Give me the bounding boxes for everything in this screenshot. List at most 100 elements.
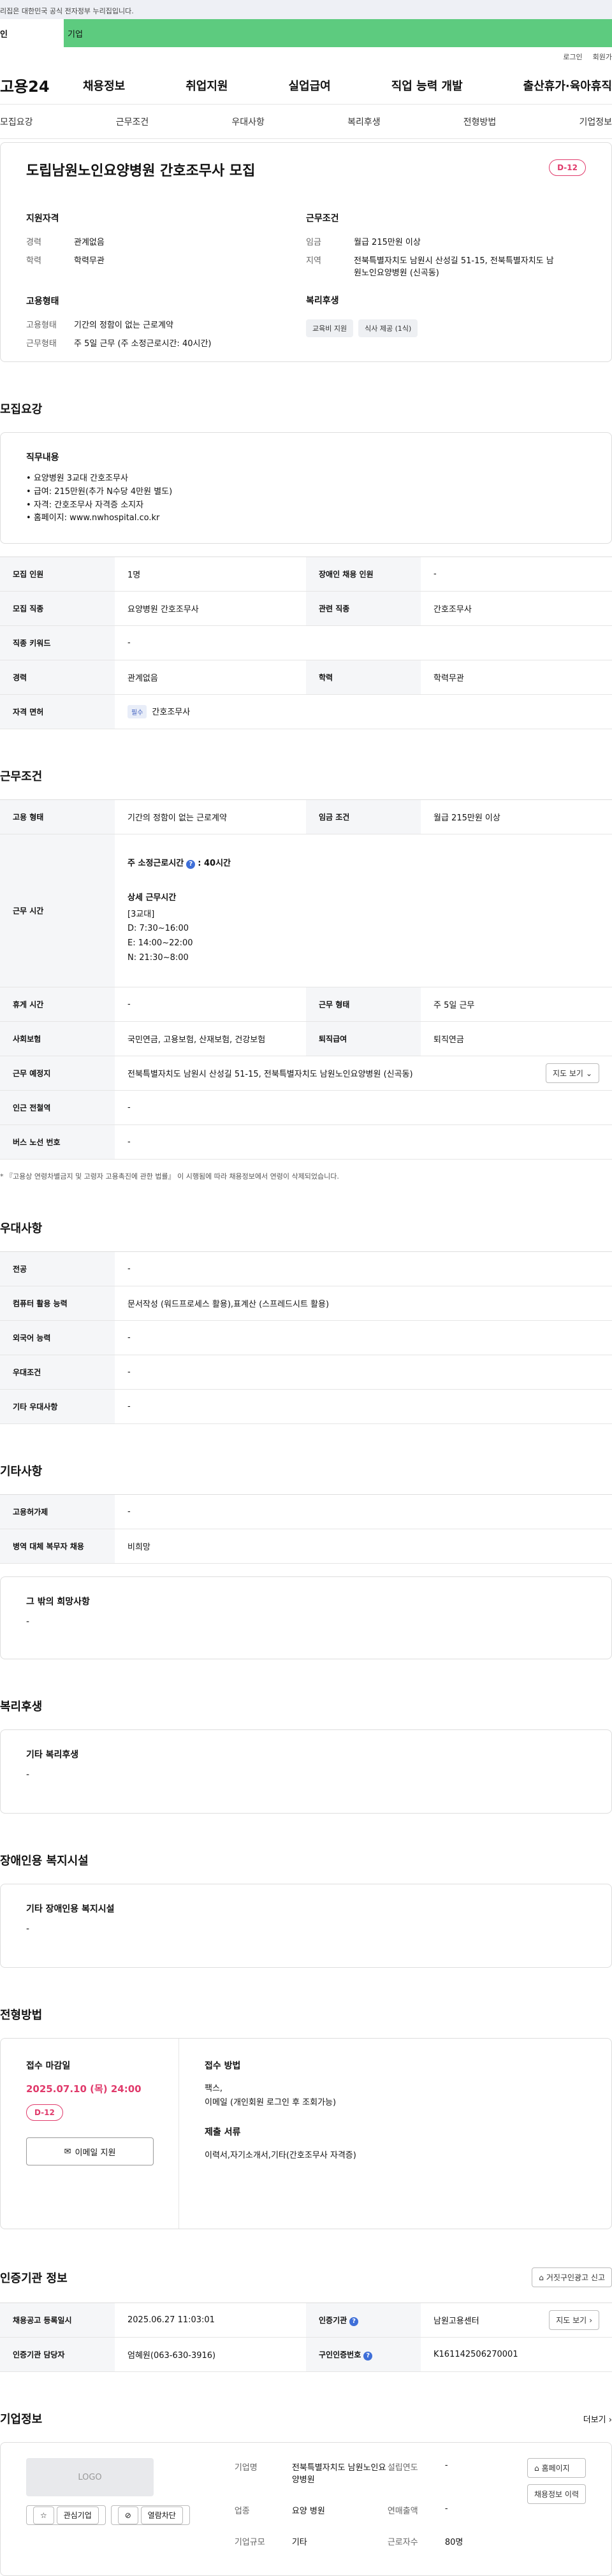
welfare-heading: 복리후생 <box>306 295 339 306</box>
list-item: 자격: 간호조무사 자격증 소지자 <box>26 499 586 513</box>
homepage-label: 홈페이지 <box>541 2464 570 2473</box>
license-label: 자격 면허 <box>0 694 115 730</box>
location-value: 전북특별자치도 남원시 산성길 51-15, 전북특별자치도 남원노인요양병원 … <box>127 1070 413 1080</box>
language-value: - <box>115 1320 612 1356</box>
table-row: 외국어 능력 - <box>0 1320 612 1356</box>
related-job-label: 관련 직종 <box>306 591 421 627</box>
table-row: 사회보험 국민연금, 고용보험, 산재보험, 건강보험 퇴직급여 퇴직연금 <box>0 1021 612 1057</box>
tab-work-conditions[interactable]: 근무조건 <box>116 115 149 128</box>
help-icon[interactable]: ? <box>186 859 196 869</box>
worktype-value: 주 5일 근무 (주 소정근로시간: 40시간) <box>74 338 212 349</box>
rest-value: - <box>115 987 306 1022</box>
disabled-count-value: - <box>421 557 612 592</box>
disabled-heading: 기타 장애인용 복지시설 <box>26 1904 115 1915</box>
education-value: 학력무관 <box>74 256 105 266</box>
weekly-hours: 주 소정근로시간?: 40시간 <box>127 856 599 869</box>
disabled-value: - <box>26 1924 30 1935</box>
area-value: 전북특별자치도 남원시 산성길 51-15, 전북특별자치도 남원노인요양병원 … <box>354 256 554 278</box>
job-history-label: 채용정보 이력 <box>534 2490 579 2500</box>
map-button[interactable]: 지도 보기 ⌄ <box>545 1063 599 1084</box>
career-value: 관계없음 <box>115 660 306 695</box>
tab-welfare[interactable]: 복리후생 <box>347 115 381 128</box>
report-fake-ad-button[interactable]: ⌂ 거짓구인광고 신고 <box>532 2267 612 2288</box>
method-value: 팩스, 이메일 (개인회원 로그인 후 조회가능) <box>205 2082 356 2110</box>
agency-label: 인증기관 <box>319 2315 347 2325</box>
tab-selection[interactable]: 전형방법 <box>463 115 497 128</box>
email-apply-button[interactable]: ✉ 이메일 지원 <box>26 2137 154 2166</box>
help-icon[interactable]: ? <box>363 2351 373 2361</box>
join-link[interactable]: 회원가 <box>593 52 612 62</box>
gnb-job-training[interactable]: 직업 능력 개발 <box>391 77 463 94</box>
list-item: D: 7:30~16:00 <box>127 924 189 934</box>
method-heading: 접수 방법 <box>205 2061 241 2072</box>
pref-cond-value: - <box>115 1355 612 1390</box>
military-label: 병역 대체 복무자 채용 <box>0 1529 115 1564</box>
subway-value: - <box>115 1090 612 1126</box>
insurance-label: 사회보험 <box>0 1021 115 1057</box>
wage-value: 월급 215만원 이상 <box>421 799 612 835</box>
agency-map-button[interactable]: 지도 보기 › <box>549 2310 599 2331</box>
welfare-section-title: 복리후생 <box>0 1700 43 1714</box>
page-title: 도립남원노인요양병원 간호조무사 모집 <box>26 163 256 179</box>
block-label: 열람차단 <box>140 2507 183 2525</box>
tab-person-label: 인 <box>0 29 8 40</box>
cert-no-value: K161142506270001 <box>421 2337 612 2373</box>
sales-value: - <box>444 2504 448 2514</box>
favorite-company-button[interactable]: ☆ 관심기업 <box>26 2505 106 2526</box>
work-time-label: 근무 시간 <box>0 834 115 988</box>
rest-label: 휴게 시간 <box>0 987 115 1022</box>
site-logo[interactable]: 고용24 <box>0 74 83 96</box>
job-type-value: 요양병원 간호조무사 <box>115 591 306 627</box>
help-icon[interactable]: ? <box>349 2317 359 2326</box>
worktype-label: 근무형태 <box>26 338 57 349</box>
favorite-label: 관심기업 <box>56 2507 99 2525</box>
gnb-jobs[interactable]: 채용정보 <box>83 77 125 94</box>
welfare-tag: 교육비 지원 <box>306 319 354 337</box>
area-label: 지역 <box>306 256 321 266</box>
list-item: 요양병원 3교대 간호조무사 <box>26 472 586 486</box>
recruit-count-label: 모집 인원 <box>0 557 115 592</box>
cert-no-label: 구인인증번호 <box>319 2350 361 2359</box>
map-button-label: 지도 보기 <box>552 1069 583 1079</box>
list-item: 급여: 215만원(추가 N수당 4만원 별도) <box>26 486 586 499</box>
recruit-section-title: 모집요강 <box>0 403 43 416</box>
table-row: 경력 관계없음 학력 학력무관 <box>0 660 612 695</box>
disabled-section-title: 장애인용 복지시설 <box>0 1854 89 1868</box>
agency-value: 남원고용센터 <box>433 2317 479 2327</box>
tab-person[interactable]: 인 <box>0 19 64 47</box>
job-keyword-label: 직종 키워드 <box>0 625 115 661</box>
manager-label: 인증기관 담당자 <box>0 2337 115 2373</box>
job-history-button[interactable]: 채용정보 이력 <box>527 2484 586 2505</box>
block-view-button[interactable]: ⊘ 열람차단 <box>110 2505 190 2526</box>
education-value: 학력무관 <box>421 660 612 695</box>
welfare-value: - <box>26 1770 30 1780</box>
homepage-button[interactable]: ⌂ 홈페이지 <box>527 2458 586 2478</box>
etc-section-title: 기타사항 <box>0 1465 43 1479</box>
sales-label: 연매출액 <box>387 2507 418 2517</box>
agency-value-cell: 남원고용센터 지도 보기 › <box>421 2303 612 2338</box>
gnb-parental-leave[interactable]: 출산휴가·육아휴직 <box>523 77 612 94</box>
gnb-employment-support[interactable]: 취업지원 <box>186 77 228 94</box>
license-value: 간호조무사 <box>152 708 191 718</box>
tab-preferences[interactable]: 우대사항 <box>231 115 265 128</box>
dday-badge: D-12 <box>549 159 586 176</box>
emptype-label: 고용형태 <box>26 320 57 330</box>
email-apply-label: 이메일 지원 <box>75 2148 116 2158</box>
table-row: 근무 예정지 전북특별자치도 남원시 산성길 51-15, 전북특별자치도 남원… <box>0 1056 612 1091</box>
star-icon: ☆ <box>33 2507 54 2525</box>
login-link[interactable]: 로그인 <box>563 52 582 62</box>
global-nav: 고용24 채용정보 취업지원 실업급여 직업 능력 개발 출산휴가·육아휴직 <box>0 66 612 105</box>
tab-company[interactable]: 기업정보 <box>579 115 612 128</box>
emptype-value: 기간의 정함이 없는 근로계약 <box>74 320 173 330</box>
table-row: 인증기관 담당자 엄혜원(063-630-3916) 구인인증번호? K16114… <box>0 2337 612 2373</box>
house-icon: ⌂ <box>534 2463 539 2473</box>
gnb-unemployment-benefit[interactable]: 실업급여 <box>289 77 331 94</box>
tab-corporate[interactable]: 기업 <box>64 19 612 47</box>
more-link[interactable]: 더보기 › <box>583 2413 612 2425</box>
duty-list: 요양병원 3교대 간호조무사 급여: 215만원(추가 N수당 4만원 별도) … <box>26 472 586 525</box>
list-item: 홈페이지: www.nwhospital.co.kr <box>26 512 586 525</box>
chevron-down-icon: ⌄ <box>585 1068 592 1078</box>
table-row: 인근 전철역 - <box>0 1090 612 1126</box>
tab-recruit[interactable]: 모집요강 <box>0 115 33 128</box>
etc-table: 고용허가제 - 병역 대체 복무자 채용 비희망 <box>0 1494 612 1564</box>
